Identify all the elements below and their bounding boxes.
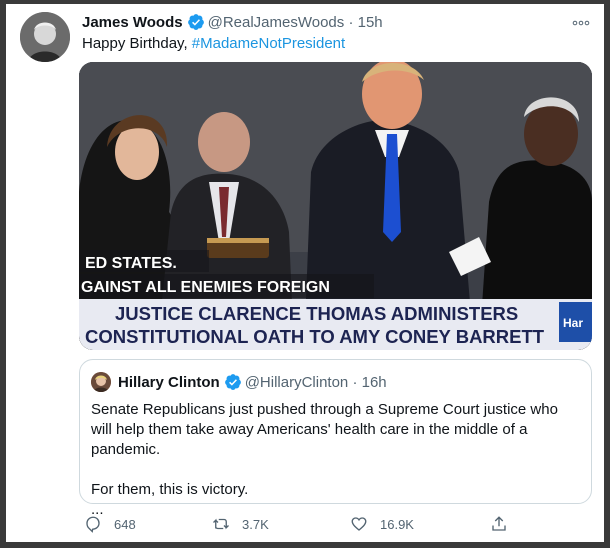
quoted-tweet[interactable]: Hillary Clinton @HillaryClinton · 16h Sen… xyxy=(79,359,592,518)
header-separator: · xyxy=(348,14,354,31)
quoted-tweet-header: Hillary Clinton @HillaryClinton · 16h xyxy=(118,373,387,391)
author-handle[interactable]: @RealJamesWoods xyxy=(208,14,345,31)
action-bar: 648 3.7K 16.9K xyxy=(84,514,506,534)
share-button[interactable] xyxy=(490,514,520,534)
verified-icon xyxy=(187,13,205,31)
chyron-line-1: ED STATES. xyxy=(85,255,177,272)
tweet-body: Happy Birthday, xyxy=(82,35,192,52)
reply-count: 648 xyxy=(114,516,136,532)
author-name[interactable]: James Woods xyxy=(82,14,183,31)
quoted-author-name[interactable]: Hillary Clinton xyxy=(118,374,220,391)
quoted-header-separator: · xyxy=(352,374,358,391)
tweet-header: James Woods @RealJamesWoods · 15h xyxy=(82,13,383,32)
tweet-time[interactable]: 15h xyxy=(358,14,383,31)
headline-line-2: CONSTITUTIONAL OATH TO AMY CONEY BARRETT xyxy=(85,326,545,347)
reply-icon xyxy=(86,516,100,533)
quoted-author-avatar[interactable] xyxy=(91,372,111,392)
quoted-tweet-text: Senate Republicans just pushed through a… xyxy=(91,400,581,520)
tweet-media-image[interactable]: ED STATES. GAINST ALL ENEMIES FOREIGN JU… xyxy=(79,62,592,350)
network-logo-text: Har xyxy=(563,316,583,330)
reply-button[interactable]: 648 xyxy=(84,514,136,534)
quoted-author-handle[interactable]: @HillaryClinton xyxy=(245,374,349,391)
figure-left-face xyxy=(115,124,159,180)
retweet-icon xyxy=(213,518,229,530)
headline-line-1: JUSTICE CLARENCE THOMAS ADMINISTERS xyxy=(115,303,518,324)
verified-icon xyxy=(224,373,242,391)
tweet-text: Happy Birthday, #MadameNotPresident xyxy=(82,35,345,52)
like-count: 16.9K xyxy=(380,516,414,532)
like-button[interactable]: 16.9K xyxy=(350,514,414,534)
share-icon xyxy=(492,516,506,531)
chyron-line-2: GAINST ALL ENEMIES FOREIGN xyxy=(81,279,330,296)
retweet-button[interactable]: 3.7K xyxy=(212,514,269,534)
tweet-card[interactable]: James Woods @RealJamesWoods · 15h Happy B… xyxy=(6,4,604,542)
hashtag-link[interactable]: #MadameNotPresident xyxy=(192,35,345,52)
quoted-text-line-1: Senate Republicans just pushed through a… xyxy=(91,401,558,458)
more-icon[interactable] xyxy=(572,13,590,29)
like-icon xyxy=(351,517,367,531)
author-avatar[interactable] xyxy=(20,12,70,62)
quoted-tweet-time[interactable]: 16h xyxy=(362,374,387,391)
retweet-count: 3.7K xyxy=(242,516,269,532)
quoted-text-line-2: For them, this is victory. xyxy=(91,481,249,498)
